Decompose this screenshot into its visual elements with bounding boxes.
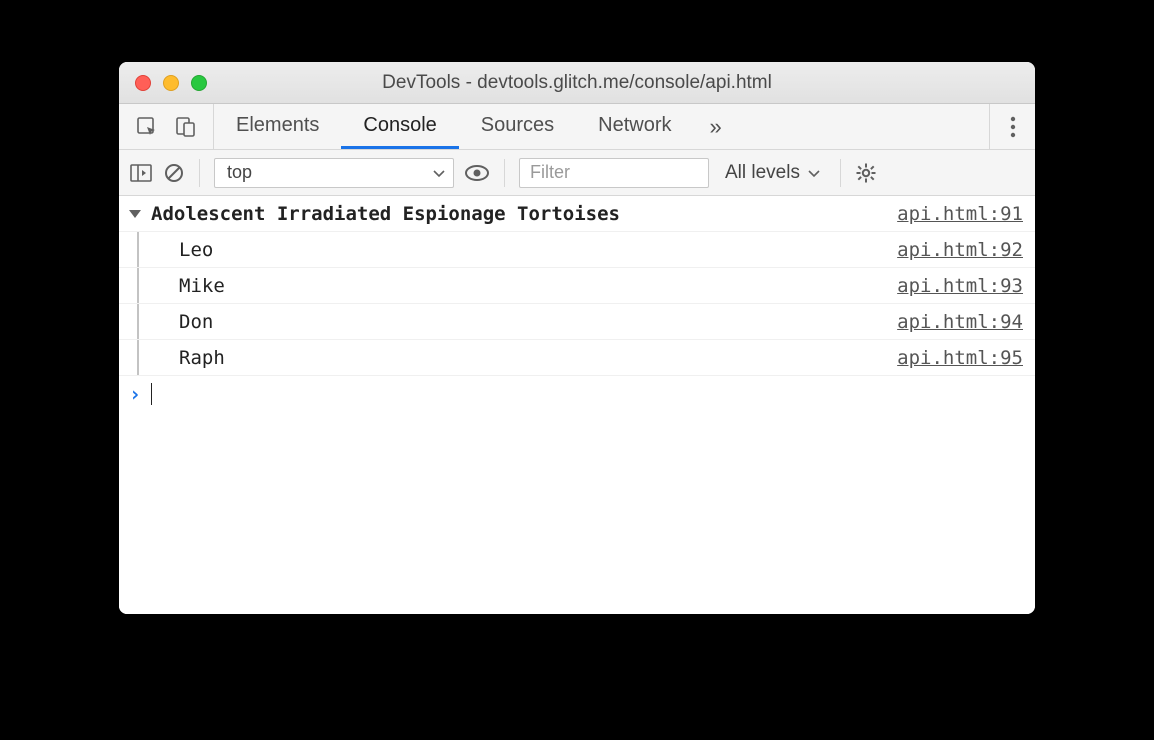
console-log-entry: Don api.html:94 bbox=[119, 304, 1035, 340]
window-minimize-button[interactable] bbox=[163, 75, 179, 91]
console-message: Mike bbox=[153, 275, 897, 297]
device-toolbar-icon[interactable] bbox=[173, 115, 197, 139]
log-levels-label: All levels bbox=[725, 162, 800, 184]
titlebar: DevTools - devtools.glitch.me/console/ap… bbox=[119, 62, 1035, 104]
console-settings-icon[interactable] bbox=[855, 162, 877, 184]
console-prompt[interactable]: › bbox=[119, 376, 1035, 412]
console-output: Adolescent Irradiated Espionage Tortoise… bbox=[119, 196, 1035, 614]
source-link[interactable]: api.html:94 bbox=[897, 311, 1023, 333]
window-maximize-button[interactable] bbox=[191, 75, 207, 91]
devtools-window: DevTools - devtools.glitch.me/console/ap… bbox=[119, 62, 1035, 614]
panel-tabs-bar: Elements Console Sources Network » bbox=[119, 104, 1035, 150]
inspect-element-icon[interactable] bbox=[135, 115, 159, 139]
kebab-menu-button[interactable] bbox=[989, 104, 1035, 149]
kebab-icon bbox=[1010, 116, 1016, 138]
toggle-drawer-icon[interactable] bbox=[129, 162, 153, 184]
live-expression-icon[interactable] bbox=[464, 164, 490, 182]
source-link[interactable]: api.html:93 bbox=[897, 275, 1023, 297]
tab-elements[interactable]: Elements bbox=[214, 104, 341, 149]
source-link[interactable]: api.html:92 bbox=[897, 239, 1023, 261]
source-link[interactable]: api.html:91 bbox=[897, 203, 1023, 225]
traffic-lights bbox=[119, 75, 207, 91]
console-log-entry: Mike api.html:93 bbox=[119, 268, 1035, 304]
window-close-button[interactable] bbox=[135, 75, 151, 91]
chevron-down-icon bbox=[808, 162, 820, 184]
prompt-chevron-icon: › bbox=[129, 382, 141, 406]
console-group-title: Adolescent Irradiated Espionage Tortoise… bbox=[151, 203, 897, 225]
console-group-header[interactable]: Adolescent Irradiated Espionage Tortoise… bbox=[119, 196, 1035, 232]
text-caret bbox=[151, 383, 152, 405]
tab-network[interactable]: Network bbox=[576, 104, 693, 149]
tab-sources[interactable]: Sources bbox=[459, 104, 576, 149]
clear-console-icon[interactable] bbox=[163, 162, 185, 184]
console-message: Raph bbox=[153, 347, 897, 369]
tab-console[interactable]: Console bbox=[341, 104, 458, 149]
console-message: Don bbox=[153, 311, 897, 333]
console-message: Leo bbox=[153, 239, 897, 261]
disclosure-triangle-icon[interactable] bbox=[129, 210, 141, 218]
window-title: DevTools - devtools.glitch.me/console/ap… bbox=[119, 72, 1035, 94]
filter-input[interactable] bbox=[519, 158, 709, 188]
console-log-entry: Raph api.html:95 bbox=[119, 340, 1035, 376]
execution-context-value: top bbox=[227, 162, 252, 183]
inspect-tools-group bbox=[119, 104, 214, 149]
panel-tabs: Elements Console Sources Network bbox=[214, 104, 694, 149]
chevron-down-icon bbox=[433, 162, 445, 183]
more-tabs-button[interactable]: » bbox=[694, 104, 738, 149]
log-levels-select[interactable]: All levels bbox=[719, 162, 826, 184]
console-toolbar: top All levels bbox=[119, 150, 1035, 196]
source-link[interactable]: api.html:95 bbox=[897, 347, 1023, 369]
more-tabs-glyph: » bbox=[710, 114, 722, 140]
execution-context-select[interactable]: top bbox=[214, 158, 454, 188]
console-log-entry: Leo api.html:92 bbox=[119, 232, 1035, 268]
